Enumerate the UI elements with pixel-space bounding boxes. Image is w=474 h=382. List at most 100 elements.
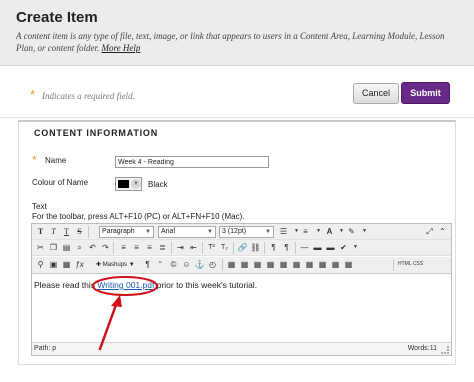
toolbar-row-3: ⚲ ▣ ▦ ƒx ✚ Mashups ▼ ¶ “ © ☺ ⚓ ◴ ▦ ▦ ▦ ▦…: [32, 257, 451, 274]
insert-table-icon[interactable]: ▦: [226, 259, 237, 270]
insert-date-icon[interactable]: ◴: [207, 259, 218, 270]
strikethrough-icon[interactable]: S: [74, 226, 85, 237]
toolbar-separator: [222, 259, 223, 271]
toolbar-hint: For the toolbar, press ALT+F10 (PC) or A…: [32, 212, 245, 221]
toolbar-separator: [202, 242, 203, 254]
split-cells-icon[interactable]: ▦: [343, 259, 354, 270]
resize-grip-icon[interactable]: [441, 346, 449, 354]
paragraph-mark-icon[interactable]: ¶: [142, 259, 153, 270]
unlink-icon[interactable]: ⛓: [250, 242, 261, 253]
quote-icon[interactable]: “: [155, 259, 166, 270]
colour-value: Black: [148, 180, 168, 189]
text-color-icon[interactable]: A: [324, 226, 335, 237]
superscript-icon[interactable]: T²: [206, 242, 217, 253]
name-required-star-icon: *: [32, 153, 37, 167]
fullscreen-icon[interactable]: ⤢: [424, 226, 435, 237]
align-justify-icon[interactable]: ≣: [157, 242, 168, 253]
editor-statusbar: Path: p Words:11: [32, 342, 451, 355]
spellcheck-icon[interactable]: ✔: [338, 242, 349, 253]
bold-icon[interactable]: T: [35, 226, 46, 237]
toolbar-row-1: T T T S Paragraph ▼ Arial ▼ 3 (12pt) ▼ ☰ ▼ …: [32, 224, 451, 240]
content-text-before: Please read this: [34, 280, 98, 290]
math-editor-icon[interactable]: ƒx: [74, 259, 85, 270]
colour-swatch: [118, 180, 129, 188]
delete-column-icon[interactable]: ▦: [317, 259, 328, 270]
horizontal-rule-icon[interactable]: —: [299, 242, 310, 253]
paragraph-ltr-icon[interactable]: ¶: [268, 242, 279, 253]
indent-icon[interactable]: ⇥: [175, 242, 186, 253]
content-text-after: prior to this week's tutorial.: [154, 280, 258, 290]
align-left-icon[interactable]: ≡: [118, 242, 129, 253]
font-value: Arial: [161, 228, 176, 235]
table-props-icon[interactable]: ▦: [239, 259, 250, 270]
toolbar-separator: [88, 226, 89, 238]
chevron-down-icon: ▼: [265, 229, 271, 235]
mashups-label: Mashups: [102, 262, 128, 268]
insert-row-icon[interactable]: ▦: [278, 259, 289, 270]
file-link[interactable]: Writing 001.pdf: [97, 280, 154, 290]
text-editor: T T T S Paragraph ▼ Arial ▼ 3 (12pt) ▼ ☰ ▼ …: [31, 223, 452, 356]
editor-content[interactable]: Please read this Writing 001.pdf prior t…: [34, 280, 448, 340]
copyright-icon[interactable]: ©: [168, 259, 179, 270]
highlight-icon[interactable]: ✎: [346, 226, 357, 237]
toolbar-separator: [264, 242, 265, 254]
cut-icon[interactable]: ✂: [35, 242, 46, 253]
toolbar-separator: [295, 242, 296, 254]
submit-button[interactable]: Submit: [401, 82, 450, 104]
paragraph-select[interactable]: Paragraph ▼: [99, 226, 154, 238]
bullet-list-icon[interactable]: ☰: [278, 226, 289, 237]
required-bar: * Indicates a required field. Cancel Sub…: [0, 66, 474, 118]
insert-image-icon[interactable]: ▣: [48, 259, 59, 270]
anchor-icon[interactable]: ⚓: [194, 259, 205, 270]
toolbar-separator: [393, 259, 394, 271]
page-title: Create Item: [16, 9, 98, 26]
font-select[interactable]: Arial ▼: [158, 226, 216, 238]
find-icon[interactable]: ⌕: [74, 242, 85, 253]
html-source-button[interactable]: HTML CSS: [398, 261, 423, 267]
subscript-icon[interactable]: T₂: [219, 242, 230, 253]
colour-picker[interactable]: ▼: [115, 177, 142, 191]
italic-icon[interactable]: T: [48, 226, 59, 237]
name-field[interactable]: [115, 156, 269, 168]
paste-icon[interactable]: ▤: [61, 242, 72, 253]
align-right-icon[interactable]: ≡: [144, 242, 155, 253]
insert-column-icon[interactable]: ▦: [304, 259, 315, 270]
more-help-link[interactable]: More Help: [102, 43, 141, 53]
redo-icon[interactable]: ↷: [100, 242, 111, 253]
description-text: A content item is any type of file, text…: [16, 31, 445, 53]
copy-icon[interactable]: ❐: [48, 242, 59, 253]
outdent-icon[interactable]: ⇤: [188, 242, 199, 253]
row-props-icon[interactable]: ▦: [252, 259, 263, 270]
cancel-button[interactable]: Cancel: [353, 83, 399, 104]
expand-icon[interactable]: ⌃: [437, 226, 448, 237]
mashups-menu[interactable]: ✚ Mashups ▼: [96, 259, 135, 271]
colour-label: Colour of Name: [32, 178, 89, 187]
paragraph-value: Paragraph: [102, 228, 135, 235]
format-painter-icon[interactable]: ▬: [325, 242, 336, 253]
chevron-down-icon: ▼: [145, 229, 151, 235]
merge-cells-icon[interactable]: ▦: [330, 259, 341, 270]
chevron-down-icon: ▼: [207, 229, 213, 235]
chevron-down-icon: ▼: [131, 179, 141, 189]
align-center-icon[interactable]: ≡: [131, 242, 142, 253]
emoticon-icon[interactable]: ☺: [181, 259, 192, 270]
underline-icon[interactable]: T: [61, 226, 72, 237]
numbered-list-icon[interactable]: ≡: [300, 226, 311, 237]
clear-format-icon[interactable]: ▬: [312, 242, 323, 253]
paragraph-rtl-icon[interactable]: ¶: [281, 242, 292, 253]
toolbar-separator: [113, 242, 114, 254]
insert-media-icon[interactable]: ▦: [61, 259, 72, 270]
chevron-down-icon[interactable]: ▼: [350, 242, 361, 253]
cell-props-icon[interactable]: ▦: [265, 259, 276, 270]
chevron-down-icon[interactable]: ▼: [313, 226, 324, 237]
undo-icon[interactable]: ↶: [87, 242, 98, 253]
toolbar-separator: [233, 242, 234, 254]
size-select[interactable]: 3 (12pt) ▼: [219, 226, 274, 238]
chevron-down-icon[interactable]: ▼: [359, 226, 370, 237]
page-description: A content item is any type of file, text…: [16, 30, 456, 54]
page-header: Create Item A content item is any type o…: [0, 0, 474, 66]
delete-row-icon[interactable]: ▦: [291, 259, 302, 270]
insert-link-icon[interactable]: 🔗: [237, 242, 248, 253]
attach-file-icon[interactable]: ⚲: [35, 259, 46, 270]
element-path: Path: p: [34, 345, 57, 352]
